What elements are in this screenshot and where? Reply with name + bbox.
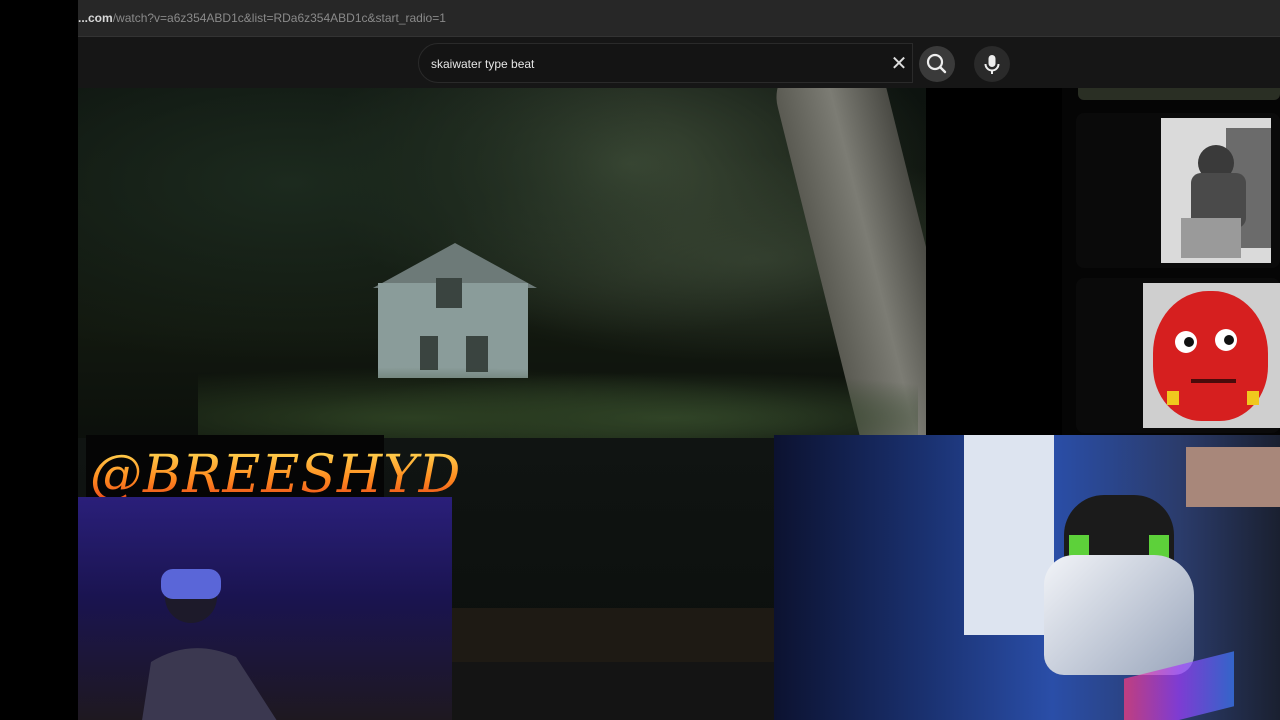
eye [1215,329,1237,351]
url-domain: ...com [78,11,113,25]
recommendation-edge [1078,88,1280,100]
person-thumbnail-art [1161,118,1271,263]
person-silhouette [142,569,277,720]
close-icon[interactable]: ✕ [885,50,913,78]
door [964,435,1054,635]
recommendation-thumbnail[interactable] [1143,283,1280,428]
lock-icon [1247,391,1259,405]
search-query-text: skaiwater type beat [431,57,535,71]
search-input[interactable]: skaiwater type beat [418,43,913,83]
url-path: /watch?v=a6z354ABD1c&list=RDa6z354ABD1c&… [112,11,446,25]
webcam-right [774,435,1280,720]
player-bottom-strip [452,662,774,720]
blanket [1044,555,1194,675]
streamer-handle-text: @BREESHYD [90,445,462,505]
url-text[interactable]: ...com/watch?v=a6z354ABD1c&list=RDa6z354… [78,11,446,25]
voice-search-button[interactable] [974,46,1010,82]
mouth [1191,379,1236,383]
cardboard-box [1186,447,1280,507]
recommendation-thumbnail[interactable] [1161,118,1271,263]
webcam-left [78,497,452,720]
microphone-icon [984,55,1000,74]
browser-url-bar[interactable]: ...com/watch?v=a6z354ABD1c&list=RDa6z354… [78,0,1280,37]
house-window [436,278,462,308]
search-button[interactable] [919,46,955,82]
left-black-margin [0,0,78,720]
eye [1175,331,1197,353]
lock-icon [1167,391,1179,405]
search-icon [926,53,947,74]
red-character-art [1153,291,1268,421]
